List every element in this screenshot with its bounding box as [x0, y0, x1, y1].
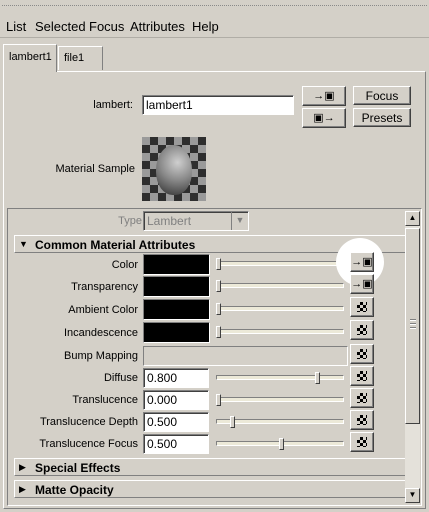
- arrow-into-box-icon: →▣: [351, 278, 373, 290]
- type-label: Type: [118, 215, 142, 227]
- node-name-label: lambert:: [93, 99, 133, 111]
- checker-map-icon: [357, 349, 367, 359]
- type-dropdown[interactable]: Lambert ▼: [143, 211, 249, 231]
- arrow-out-box-icon: ▣→: [313, 112, 335, 124]
- incandescence-slider[interactable]: [216, 329, 344, 334]
- translucence-depth-label: Translucence Depth: [39, 416, 138, 428]
- transparency-map-button[interactable]: →▣: [350, 274, 374, 294]
- diffuse-slider[interactable]: [216, 375, 344, 380]
- menu-bar: List Selected Focus Attributes Help: [0, 16, 429, 38]
- sphere-preview: [156, 145, 192, 195]
- checker-map-icon: [357, 371, 367, 381]
- scrollbar-thumb[interactable]: [405, 228, 420, 424]
- checker-map-icon: [357, 415, 367, 425]
- menu-list[interactable]: List: [6, 19, 26, 34]
- color-swatch[interactable]: [143, 254, 210, 275]
- checker-map-icon: [357, 437, 367, 447]
- menu-attributes[interactable]: Attributes: [130, 19, 185, 34]
- scroll-down-icon[interactable]: ▼: [405, 488, 420, 503]
- diffuse-slider-thumb[interactable]: [315, 372, 320, 384]
- checker-map-icon: [357, 393, 367, 403]
- checker-map-icon: [357, 325, 367, 335]
- bump-mapping-label: Bump Mapping: [64, 350, 138, 362]
- focus-button[interactable]: Focus: [353, 86, 411, 105]
- expand-triangle-icon: ▶: [19, 484, 26, 494]
- transparency-slider[interactable]: [216, 283, 344, 288]
- translucence-focus-label: Translucence Focus: [39, 438, 138, 450]
- color-slider[interactable]: [216, 261, 344, 266]
- tab-lambert1[interactable]: lambert1: [3, 44, 57, 72]
- ambient-color-slider[interactable]: [216, 306, 344, 311]
- ambient-color-label: Ambient Color: [68, 304, 138, 316]
- diffuse-field[interactable]: 0.800: [143, 368, 209, 388]
- ambient-color-slider-thumb[interactable]: [216, 303, 221, 315]
- vertical-scrollbar[interactable]: ▲ ▼: [405, 211, 420, 503]
- incandescence-label: Incandescence: [64, 327, 138, 339]
- expand-triangle-icon: ▶: [19, 462, 26, 472]
- material-sample-label: Material Sample: [55, 163, 135, 175]
- incandescence-slider-thumb[interactable]: [216, 326, 221, 338]
- translucence-focus-slider-thumb[interactable]: [279, 438, 284, 450]
- translucence-depth-map-button[interactable]: [350, 410, 374, 430]
- color-slider-thumb[interactable]: [216, 258, 221, 270]
- input-connection-button[interactable]: →▣: [302, 86, 346, 106]
- ambient-color-map-button[interactable]: [350, 297, 374, 317]
- arrow-into-box-icon: →▣: [313, 90, 335, 102]
- translucence-focus-field[interactable]: 0.500: [143, 434, 209, 454]
- menu-focus[interactable]: Focus: [89, 19, 124, 34]
- diffuse-map-button[interactable]: [350, 366, 374, 386]
- translucence-depth-field[interactable]: 0.500: [143, 412, 209, 432]
- chevron-down-icon: ▼: [231, 212, 248, 230]
- translucence-field[interactable]: 0.000: [143, 390, 209, 410]
- translucence-slider-thumb[interactable]: [216, 394, 221, 406]
- transparency-label: Transparency: [71, 281, 138, 293]
- arrow-into-box-icon: →▣: [351, 256, 373, 268]
- incandescence-swatch[interactable]: [143, 322, 210, 343]
- transparency-slider-thumb[interactable]: [216, 280, 221, 292]
- scroll-up-icon[interactable]: ▲: [405, 211, 420, 226]
- menu-help[interactable]: Help: [192, 19, 219, 34]
- checker-map-icon: [357, 302, 367, 312]
- node-name-field[interactable]: lambert1: [142, 95, 294, 115]
- transparency-swatch[interactable]: [143, 276, 210, 297]
- translucence-map-button[interactable]: [350, 388, 374, 408]
- translucence-depth-slider-thumb[interactable]: [230, 416, 235, 428]
- color-label: Color: [111, 259, 138, 271]
- translucence-depth-slider[interactable]: [216, 419, 344, 424]
- section-matte-opacity[interactable]: ▶ Matte Opacity: [14, 480, 411, 498]
- incandescence-map-button[interactable]: [350, 320, 374, 340]
- bump-mapping-field[interactable]: [143, 346, 348, 366]
- translucence-label: Translucence: [72, 394, 138, 406]
- ambient-color-swatch[interactable]: [143, 299, 210, 320]
- material-sample-swatch: [142, 137, 206, 201]
- section-special-effects[interactable]: ▶ Special Effects: [14, 458, 411, 476]
- translucence-focus-map-button[interactable]: [350, 432, 374, 452]
- translucence-slider[interactable]: [216, 397, 344, 402]
- window-top-edge: [0, 0, 429, 14]
- output-connection-button[interactable]: ▣→: [302, 108, 346, 128]
- collapse-triangle-icon: ▼: [19, 239, 28, 249]
- bump-mapping-map-button[interactable]: [350, 344, 374, 364]
- diffuse-label: Diffuse: [103, 372, 138, 384]
- menu-selected[interactable]: Selected: [35, 19, 86, 34]
- color-map-button[interactable]: →▣: [350, 252, 374, 272]
- presets-button[interactable]: Presets: [353, 108, 411, 127]
- tab-file1[interactable]: file1: [58, 46, 103, 70]
